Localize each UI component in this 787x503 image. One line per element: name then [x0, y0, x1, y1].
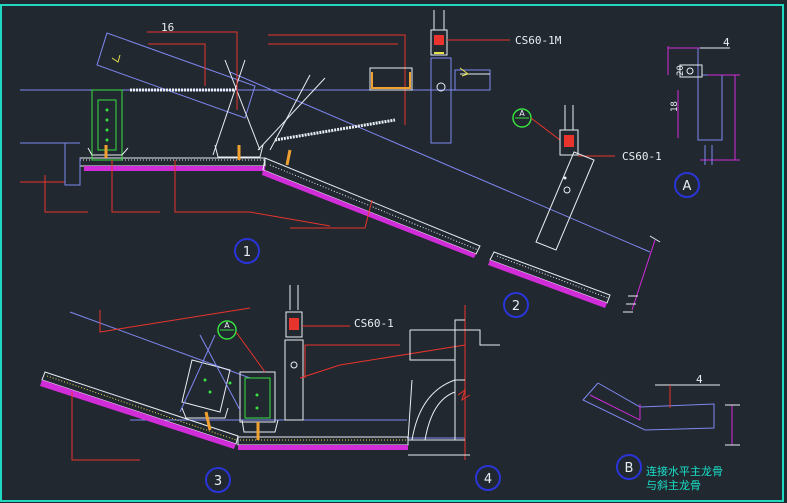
- section-a-marker-mid: A: [519, 109, 525, 118]
- callout-a-text: A: [683, 179, 692, 194]
- callout-3-text: 3: [214, 474, 222, 489]
- dim-4-b-label: 4: [696, 373, 703, 386]
- callout-4-text: 4: [484, 472, 492, 487]
- note-b-line1: 连接水平主龙骨: [646, 465, 723, 478]
- callout-b-text: B: [625, 461, 634, 476]
- detail-2: [488, 105, 661, 313]
- callout-3: 3: [205, 467, 231, 493]
- dim-20-label: 20: [676, 65, 686, 76]
- callout-2-text: 2: [512, 299, 520, 314]
- section-a-marker-bottom: A: [224, 321, 230, 330]
- callout-2: 2: [503, 292, 529, 318]
- cad-drawing: 16 CS60-1M CS60-1 CS60-1 4 4 20 18 连接水平主…: [0, 4, 784, 502]
- callout-b: B: [616, 454, 642, 480]
- cs60-1-label-right: CS60-1: [622, 150, 662, 163]
- detail-b: [582, 382, 740, 446]
- dim-16-label: 16: [161, 21, 174, 34]
- callout-a: A: [674, 172, 700, 198]
- callout-4: 4: [475, 465, 501, 491]
- cs60-1m-label: CS60-1M: [515, 34, 562, 47]
- drawing-frame: [0, 4, 784, 502]
- detail-4: [407, 305, 500, 460]
- cs60-1-label-bottom: CS60-1: [354, 317, 394, 330]
- dim-4-top-label: 4: [723, 36, 730, 49]
- note-b-line2: 与斜主龙骨: [646, 479, 701, 492]
- dim-18-label: 18: [670, 101, 680, 112]
- callout-1-text: 1: [243, 245, 251, 260]
- detail-1: [20, 10, 651, 258]
- callout-1: 1: [234, 238, 260, 264]
- detail-3: [40, 285, 466, 461]
